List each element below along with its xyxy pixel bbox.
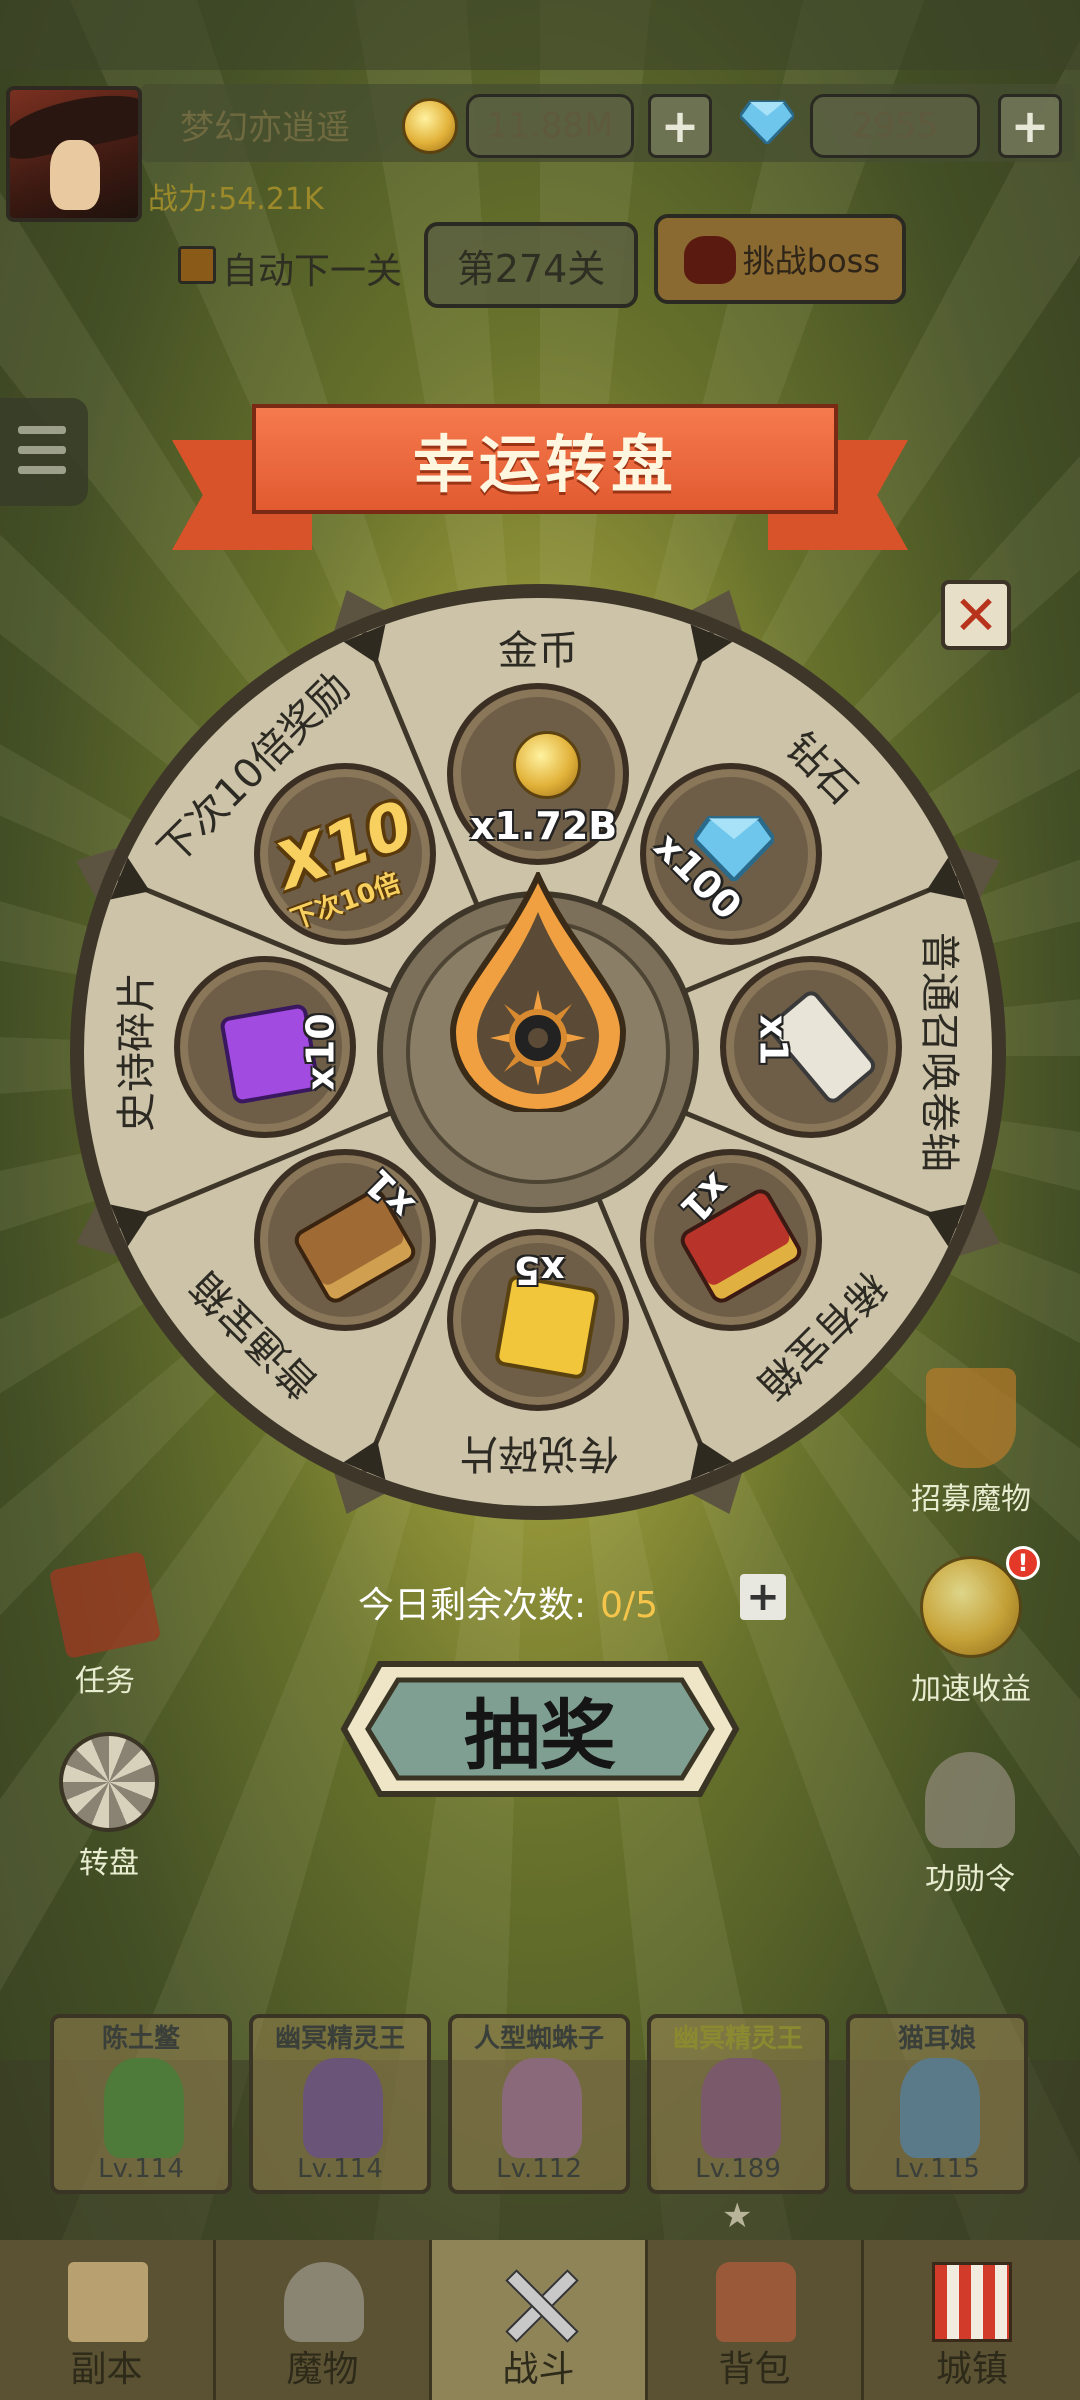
shop-icon: [932, 2262, 1012, 2342]
crossed-swords-icon: [500, 2262, 580, 2343]
top-strip: [0, 0, 1080, 70]
segment-label-legend-shard: 传说碎片: [458, 1430, 618, 1476]
backpack-icon: [716, 2262, 796, 2342]
hero-portrait: [502, 2058, 582, 2158]
hero-portrait: [303, 2058, 383, 2158]
challenge-boss-label: 挑战boss: [742, 242, 880, 280]
diamond-amount: 2955: [810, 94, 980, 158]
tab-dungeon[interactable]: 副本: [0, 2240, 216, 2400]
hero-level: Lv.112: [496, 2154, 582, 2184]
hero-name: 陈土鳖: [101, 2024, 180, 2054]
auto-next-checkbox[interactable]: [178, 246, 216, 284]
menu-bar: [18, 466, 66, 474]
tab-monsters[interactable]: 魔物: [216, 2240, 432, 2400]
tasks-button[interactable]: 任务: [40, 1551, 170, 1700]
hero-card[interactable]: 猫耳娘 Lv.115: [846, 2014, 1028, 2194]
segment-label-epic-shard: 史诗碎片: [114, 972, 160, 1132]
tab-battle[interactable]: 战斗: [432, 2240, 648, 2400]
lucky-wheel: X10 下次10倍 x1.72B x100 x1 x1 x5 x1 x10 金币…: [58, 572, 1018, 1532]
book-icon: [48, 1551, 162, 1659]
tab-label: 背包: [718, 2349, 791, 2390]
prize-qty-epic-shard: x10: [298, 1013, 343, 1091]
hero-card[interactable]: 人型蜘蛛子 Lv.112: [448, 2014, 630, 2194]
tab-bag[interactable]: 背包: [648, 2240, 864, 2400]
challenge-boss-button[interactable]: 挑战boss: [654, 214, 906, 304]
segment-label-scroll: 普通召唤卷轴: [916, 932, 962, 1172]
hero-card[interactable]: 幽冥精灵王 Lv.189: [647, 2014, 829, 2194]
hero-portrait: [104, 2058, 184, 2158]
hero-name: 猫耳娘: [897, 2024, 976, 2054]
diamond-icon: [740, 100, 794, 144]
hero-level: Lv.114: [98, 2154, 184, 2184]
add-gold-button[interactable]: +: [648, 94, 712, 158]
face-icon: [50, 140, 100, 210]
combat-power: 战力:54.21K: [148, 182, 324, 217]
gold-amount: 11.88M: [466, 94, 634, 158]
wheel-label: 转盘: [79, 1846, 139, 1881]
player-avatar[interactable]: [6, 86, 142, 222]
tab-label: 魔物: [286, 2349, 359, 2390]
hero-name: 幽冥精灵王: [274, 2024, 405, 2054]
wheel-title: 幸运转盘: [252, 404, 838, 514]
wheel-pointer-icon: [449, 872, 627, 1112]
stage-indicator: 第274关: [424, 222, 638, 308]
tab-town[interactable]: 城镇: [864, 2240, 1080, 2400]
hero-level: Lv.189: [695, 2154, 781, 2184]
star-icon: ★: [722, 2196, 753, 2236]
menu-bar: [18, 426, 66, 434]
prize-qty-gold: x1.72B: [470, 804, 618, 848]
speedup-label: 加速收益: [911, 1672, 1031, 1707]
hero-level: Lv.115: [894, 2154, 980, 2184]
menu-bar: [18, 446, 66, 454]
merit-label: 功勋令: [925, 1862, 1015, 1897]
helmet-icon: [284, 2262, 364, 2342]
speedup-coin-icon: [920, 1556, 1022, 1658]
hero-portrait: [701, 2058, 781, 2158]
tab-label: 战斗: [502, 2349, 575, 2390]
prize-slot-scroll: [720, 956, 902, 1138]
remaining-value: 0/5: [600, 1585, 659, 1626]
prize-qty-scroll: x1: [751, 1014, 796, 1066]
recruit-banner-icon: [926, 1368, 1016, 1468]
prize-qty-legend-shard: x5: [514, 1248, 565, 1292]
hero-card[interactable]: 幽冥精灵王 Lv.114: [249, 2014, 431, 2194]
draw-button[interactable]: 抽奖: [340, 1660, 740, 1798]
map-icon: [68, 2262, 148, 2342]
hero-name: 人型蜘蛛子: [473, 2024, 604, 2054]
merit-order-button[interactable]: 功勋令: [900, 1752, 1040, 1898]
prize-slot-rare-chest: [640, 1149, 822, 1331]
wheel-button[interactable]: 转盘: [44, 1732, 174, 1882]
hero-portrait: [900, 2058, 980, 2158]
player-name: 梦幻亦逍遥: [180, 108, 350, 148]
wheel-icon: [59, 1732, 159, 1832]
alert-badge: !: [1006, 1546, 1040, 1580]
tab-label: 副本: [70, 2349, 143, 2390]
add-diamond-button[interactable]: +: [998, 94, 1062, 158]
hero-level: Lv.114: [297, 2154, 383, 2184]
prize-slot-common-chest: [254, 1149, 436, 1331]
gold-coin-icon: [402, 98, 458, 154]
tab-label: 城镇: [935, 2349, 1008, 2390]
prize-slot-x10: X10 下次10倍: [254, 763, 436, 945]
helmet-icon: [925, 1752, 1015, 1848]
remaining-label: 今日剩余次数:: [358, 1585, 587, 1626]
gold-coin-icon: [513, 731, 581, 799]
hero-card[interactable]: 陈土鳖 Lv.114: [50, 2014, 232, 2194]
hero-name: 幽冥精灵王: [672, 2024, 803, 2054]
menu-button[interactable]: [0, 398, 88, 506]
segment-label-gold: 金币: [498, 628, 578, 674]
remaining-draws: 今日剩余次数: 0/5: [358, 1576, 658, 1628]
recruit-monster-button[interactable]: 招募魔物: [896, 1368, 1046, 1518]
add-draws-button[interactable]: +: [740, 1574, 786, 1620]
recruit-label: 招募魔物: [911, 1482, 1031, 1517]
auto-next-label: 自动下一关: [222, 251, 403, 292]
boss-skull-icon: [684, 236, 736, 284]
tasks-label: 任务: [75, 1664, 135, 1699]
